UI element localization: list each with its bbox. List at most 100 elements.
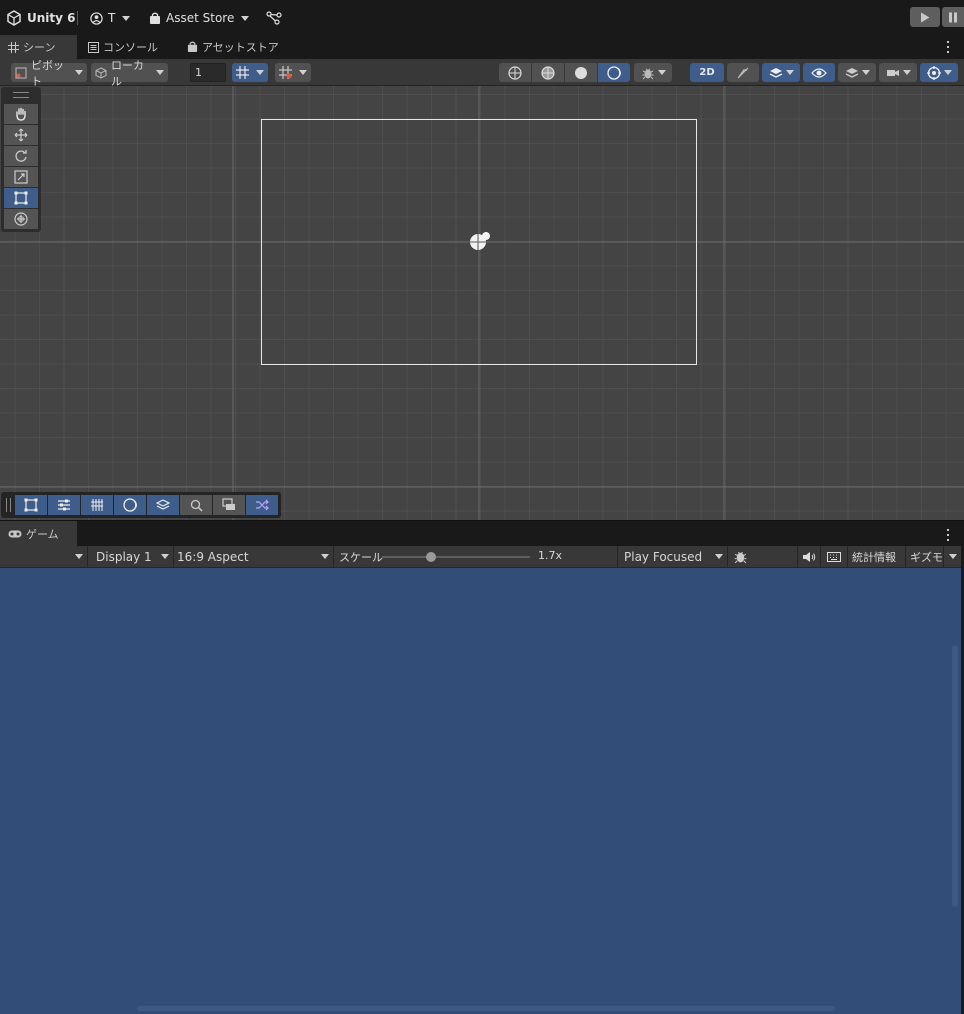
more-menu-icon[interactable] [942, 528, 954, 542]
shaded-wireframe-icon [541, 65, 555, 80]
game-viewport[interactable] [0, 568, 961, 1014]
account-dropdown[interactable]: T [90, 9, 131, 27]
tab-scene[interactable]: シーン [0, 35, 77, 59]
move-tool-button[interactable] [4, 125, 38, 145]
tab-label: アセットストア [202, 41, 279, 54]
account-name: T [108, 11, 116, 25]
asset-store-dropdown[interactable]: Asset Store [149, 9, 250, 27]
effects-dropdown[interactable] [762, 63, 800, 82]
grid-snap-icon [235, 66, 249, 79]
overlay-toolbar [1, 492, 281, 518]
wireframe-icon [508, 65, 522, 80]
sliders-icon [57, 498, 71, 512]
pivot-icon [15, 67, 27, 79]
pivot-label: ピボット [31, 58, 64, 88]
lighting-toggle-button[interactable] [727, 63, 759, 82]
tab-label: シーン [23, 41, 56, 54]
chevron-down-icon [156, 70, 164, 75]
2d-mode-button[interactable]: 2D [690, 63, 724, 82]
shaded-wireframe-button[interactable] [532, 63, 564, 82]
scale-slider[interactable] [382, 552, 530, 562]
layers-icon [769, 66, 783, 80]
unity-menu[interactable]: Unity 6 [6, 9, 76, 27]
shaded-button[interactable] [565, 63, 597, 82]
tab-game[interactable]: ゲーム [0, 521, 77, 546]
overlay-grid-button[interactable] [81, 495, 113, 515]
game-toolbar: Display 1 16:9 Aspect スケール 1.7x Play Foc… [0, 546, 964, 568]
chevron-down-icon [75, 554, 83, 559]
display-dropdown[interactable]: Display 1 [88, 546, 174, 567]
asset-store-icon [149, 12, 161, 25]
scale-slider-thumb[interactable] [425, 552, 436, 562]
moon-icon [607, 65, 621, 80]
chevron-down-icon [902, 70, 911, 75]
overlay-sliders-button[interactable] [48, 495, 80, 515]
render-layers-dropdown[interactable] [838, 63, 876, 82]
overlay-lighting-button[interactable] [114, 495, 146, 515]
grid-snap-button[interactable] [232, 63, 252, 82]
vertical-scrollbar[interactable] [952, 645, 958, 907]
unlit-button[interactable] [598, 63, 630, 82]
play-icon [920, 12, 930, 23]
chevron-down-icon [943, 70, 952, 75]
wireframe-shading-button[interactable] [499, 63, 531, 82]
scene-toolbar: ピボット ローカル 1 2D [0, 59, 964, 88]
transform-tool-button[interactable] [4, 209, 38, 229]
drag-handle[interactable] [6, 498, 11, 512]
drag-handle[interactable] [13, 92, 29, 98]
asset-store-label: Asset Store [166, 11, 235, 25]
overlay-rect-button[interactable] [15, 495, 47, 515]
camera-icon [886, 67, 900, 79]
scale-tool-button[interactable] [4, 167, 38, 187]
grid-size-field[interactable]: 1 [190, 63, 226, 82]
version-control-button[interactable] [266, 9, 282, 27]
camera-settings-dropdown[interactable] [879, 63, 917, 82]
camera-preview-icon [222, 498, 236, 512]
tab-asset-store[interactable]: アセットストア [179, 35, 287, 59]
tab-label: コンソール [103, 41, 158, 54]
overlay-camera-button[interactable] [213, 495, 245, 515]
local-label: ローカル [111, 58, 144, 88]
scale-icon [14, 170, 28, 184]
debug-icon [733, 549, 748, 564]
play-button[interactable] [910, 7, 940, 27]
overlay-search-button[interactable] [180, 495, 212, 515]
gizmos-dropdown[interactable] [920, 63, 958, 82]
game-view-type-dropdown[interactable] [0, 546, 88, 567]
separator [77, 11, 78, 25]
chevron-down-icon [299, 70, 307, 75]
chevron-down-icon [321, 554, 329, 559]
camera-gizmo-icon[interactable] [467, 230, 493, 254]
hand-tool-button[interactable] [4, 104, 38, 124]
stats-button[interactable]: 統計情報 [847, 546, 900, 567]
grid-snap-dropdown[interactable] [252, 63, 268, 82]
pause-button[interactable] [942, 7, 964, 27]
debug-draw-dropdown[interactable] [634, 63, 672, 82]
increment-snap-dropdown[interactable] [295, 63, 311, 82]
increment-snap-button[interactable] [275, 63, 295, 82]
scene-viewport[interactable] [0, 86, 964, 520]
game-tab-bar: ゲーム [0, 520, 964, 546]
rect-tool-button[interactable] [4, 188, 38, 208]
scale-label: スケール [339, 551, 383, 564]
rotate-tool-button[interactable] [4, 146, 38, 166]
aspect-dropdown[interactable]: 16:9 Aspect [174, 546, 334, 567]
gizmos-dropdown[interactable] [943, 546, 962, 567]
overlay-layers-button[interactable] [147, 495, 179, 515]
more-menu-icon[interactable] [942, 40, 954, 54]
keyboard-shortcuts-button[interactable] [820, 546, 847, 567]
overlay-shuffle-button[interactable] [246, 495, 278, 515]
mute-audio-button[interactable] [797, 546, 820, 567]
aspect-label: 16:9 Aspect [177, 549, 249, 564]
chevron-down-icon [75, 70, 83, 75]
local-dropdown[interactable]: ローカル [91, 59, 168, 88]
frame-debugger-button[interactable] [733, 549, 748, 564]
play-mode-dropdown[interactable]: Play Focused [617, 546, 728, 567]
pivot-dropdown[interactable]: ピボット [11, 59, 87, 88]
scene-visibility-button[interactable] [803, 63, 835, 82]
gizmos-toggle-button[interactable]: ギズモ [905, 546, 947, 567]
move-icon [14, 128, 28, 142]
horizontal-scrollbar[interactable] [137, 1006, 835, 1011]
tab-console[interactable]: コンソール [80, 35, 166, 59]
account-icon [90, 11, 103, 25]
